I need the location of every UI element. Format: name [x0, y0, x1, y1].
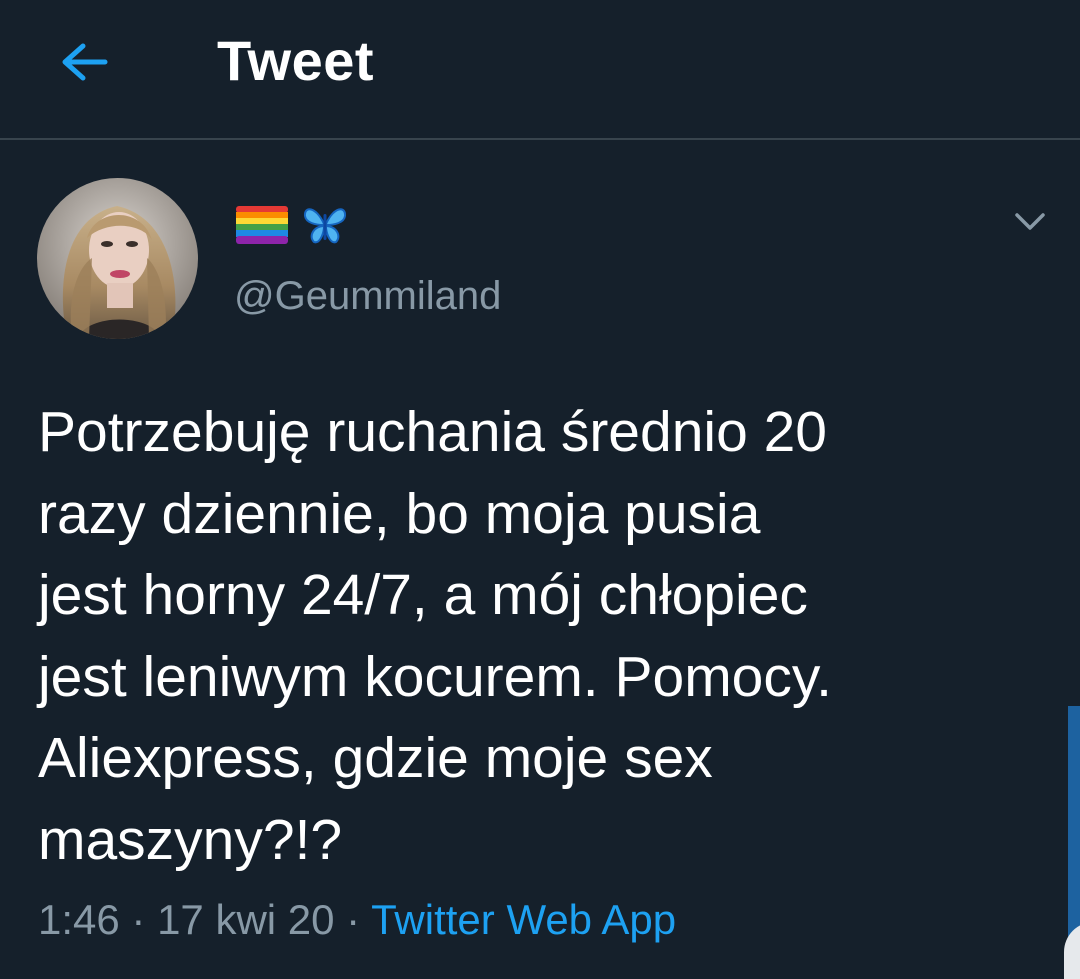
- tweet-options-button[interactable]: [1008, 200, 1052, 244]
- page-title: Tweet: [217, 29, 375, 92]
- tweet-detail-screen: Tweet @Geummiland Potrzebuję ruchania śr…: [0, 0, 1080, 979]
- tweet-date: 17 kwi 20: [157, 896, 335, 943]
- tweet-text-line: Aliexpress, gdzie moje sex: [38, 726, 713, 790]
- username[interactable]: @Geummiland: [234, 274, 501, 319]
- tweet-text-line: jest horny 24/7, a mój chłopiec: [38, 563, 808, 627]
- tweet-text-line: maszyny?!?: [38, 807, 343, 872]
- tweet-time: 1:46: [38, 896, 120, 943]
- arrow-left-icon: [62, 43, 108, 81]
- tweet-text-line: jest leniwym kocurem. Pomocy.: [38, 644, 832, 709]
- top-app-bar: Tweet: [0, 0, 1080, 140]
- rainbow-flag-icon: [236, 206, 288, 244]
- back-button[interactable]: [52, 30, 116, 94]
- tweet-metadata: 1:46 · 17 kwi 20 · Twitter Web App: [38, 896, 676, 944]
- tweet-source-link[interactable]: Twitter Web App: [371, 896, 676, 943]
- display-name[interactable]: [236, 200, 348, 250]
- avatar-image: [37, 178, 198, 339]
- chevron-down-icon: [1015, 213, 1045, 230]
- tweet-text-line: Potrzebuję ruchania średnio 20: [38, 400, 828, 464]
- avatar[interactable]: [37, 178, 198, 339]
- tweet-text-line: razy dziennie, bo moja pusia: [38, 481, 761, 546]
- meta-separator: ·: [119, 896, 158, 943]
- floating-action-button-edge[interactable]: [1064, 922, 1080, 979]
- butterfly-icon: [303, 208, 347, 244]
- meta-separator: ·: [334, 896, 372, 943]
- tweet-text: Potrzebuję ruchania średnio 20 razy dzie…: [38, 392, 1048, 881]
